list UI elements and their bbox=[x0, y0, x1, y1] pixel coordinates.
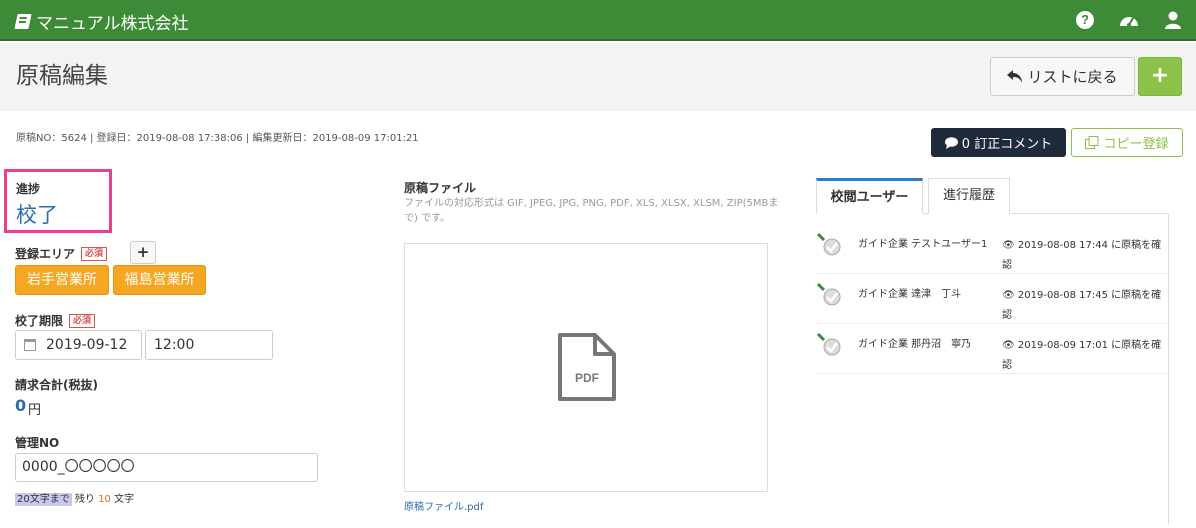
tab-progress-history[interactable]: 進行履歴 bbox=[928, 178, 1010, 214]
deadline-date-value: 2019-09-12 bbox=[46, 337, 128, 353]
file-preview-box[interactable]: PDF bbox=[404, 243, 768, 492]
back-to-list-button[interactable]: リストに戻る bbox=[990, 57, 1135, 96]
reviewer-name: ガイド企業 達津 丁斗 bbox=[858, 289, 962, 300]
book-icon bbox=[14, 14, 32, 29]
deadline-label: 校了期限 bbox=[15, 314, 64, 328]
reply-icon bbox=[1007, 69, 1023, 83]
char-counter: 20文字まで 残り 10 文字 bbox=[15, 490, 135, 506]
reviewer-name: ガイド企業 テストユーザー1 bbox=[858, 239, 988, 250]
counter-rest: 残り bbox=[71, 494, 99, 505]
brand-name: マニュアル株式会社 bbox=[36, 14, 189, 34]
pdf-file-icon: PDF bbox=[558, 333, 616, 401]
tab-reviewers[interactable]: 校閲ユーザー bbox=[816, 178, 923, 214]
required-badge: 必須 bbox=[81, 246, 108, 261]
copy-register-button[interactable]: コピー登録 bbox=[1071, 128, 1183, 157]
eye-icon: 👁 bbox=[1002, 240, 1015, 251]
list-item: ガイド企業 那丹沼 寧乃 👁 2019-08-09 17:01 に原稿を確認 bbox=[816, 324, 1168, 374]
billing-unit: 円 bbox=[28, 403, 42, 418]
help-icon[interactable]: ? bbox=[1074, 9, 1096, 31]
copy-icon bbox=[1085, 135, 1099, 149]
list-item: ガイド企業 達津 丁斗 👁 2019-08-08 17:45 に原稿を確認 bbox=[816, 274, 1168, 324]
top-icons: ? bbox=[1074, 9, 1184, 31]
review-log-text: 2019-08-09 17:01 に原稿を確認 bbox=[1002, 340, 1162, 371]
review-tabs: 校閲ユーザー 進行履歴 bbox=[816, 178, 1168, 214]
required-badge: 必須 bbox=[69, 313, 96, 328]
progress-highlight: 進捗 校了 bbox=[4, 169, 112, 233]
management-no-label: 管理NO bbox=[15, 436, 60, 450]
reviewer-name: ガイド企業 那丹沼 寧乃 bbox=[858, 339, 972, 350]
area-tag[interactable]: 岩手営業所 bbox=[15, 265, 109, 295]
add-button[interactable]: + bbox=[1138, 57, 1182, 96]
counter-unit: 文字 bbox=[110, 494, 135, 505]
dashboard-icon[interactable] bbox=[1118, 9, 1140, 31]
progress-value[interactable]: 校了 bbox=[16, 199, 58, 229]
manuscript-meta: 原稿NO：5624 | 登録日：2019-08-08 17:38:06 | 編集… bbox=[16, 133, 419, 144]
eye-icon: 👁 bbox=[1002, 290, 1015, 301]
review-log: 👁 2019-08-08 17:45 に原稿を確認 bbox=[1002, 286, 1164, 326]
checked-pin-icon bbox=[816, 332, 841, 356]
comment-icon bbox=[944, 136, 958, 149]
progress-label: 進捗 bbox=[16, 182, 41, 196]
area-tag[interactable]: 福島営業所 bbox=[113, 265, 206, 295]
eye-icon: 👁 bbox=[1002, 340, 1015, 351]
correction-comment-label: 0 訂正コメント bbox=[961, 137, 1053, 152]
brand[interactable]: マニュアル株式会社 bbox=[14, 9, 189, 34]
management-no-input[interactable]: 0000_〇〇〇〇〇 bbox=[15, 453, 318, 482]
pdf-badge: PDF bbox=[575, 371, 599, 385]
checked-pin-icon bbox=[816, 232, 841, 256]
file-label: 原稿ファイル bbox=[404, 181, 477, 195]
area-label-group: 登録エリア 必須 bbox=[15, 245, 108, 262]
deadline-date-input[interactable]: 2019-09-12 bbox=[15, 330, 142, 360]
correction-comment-button[interactable]: 0 訂正コメント bbox=[931, 128, 1066, 157]
reviewer-list: ガイド企業 テストユーザー1 👁 2019-08-08 17:44 に原稿を確認… bbox=[816, 224, 1168, 374]
reviewer-scrollbar[interactable] bbox=[1168, 214, 1182, 524]
calendar-icon bbox=[24, 339, 36, 351]
title-bar: 原稿編集 リストに戻る + bbox=[0, 43, 1196, 111]
review-log: 👁 2019-08-08 17:44 に原稿を確認 bbox=[1002, 236, 1164, 276]
user-icon[interactable] bbox=[1162, 9, 1184, 31]
top-navbar: マニュアル株式会社 ? bbox=[0, 0, 1196, 41]
review-log-text: 2019-08-08 17:44 に原稿を確認 bbox=[1002, 240, 1162, 271]
counter-limit: 20文字まで bbox=[15, 493, 72, 506]
file-link[interactable]: 原稿ファイル.pdf bbox=[404, 498, 483, 513]
counter-number: 10 bbox=[98, 494, 111, 505]
review-log-text: 2019-08-08 17:45 に原稿を確認 bbox=[1002, 290, 1162, 321]
page-title: 原稿編集 bbox=[16, 63, 108, 89]
deadline-label-group: 校了期限 必須 bbox=[15, 312, 96, 329]
back-label: リストに戻る bbox=[1027, 68, 1118, 86]
review-log: 👁 2019-08-09 17:01 に原稿を確認 bbox=[1002, 336, 1164, 376]
checked-pin-icon bbox=[816, 282, 841, 306]
copy-register-label: コピー登録 bbox=[1103, 137, 1169, 152]
billing-value: 0 bbox=[15, 396, 27, 415]
list-item: ガイド企業 テストユーザー1 👁 2019-08-08 17:44 に原稿を確認 bbox=[816, 224, 1168, 274]
deadline-time-input[interactable]: 12:00 bbox=[145, 330, 273, 360]
billing-label: 請求合計(税抜) bbox=[15, 378, 98, 392]
area-label: 登録エリア bbox=[15, 247, 76, 261]
add-area-button[interactable]: + bbox=[130, 241, 156, 264]
file-format-note: ファイルの対応形式は GIF, JPEG, JPG, PNG, PDF, XLS… bbox=[404, 198, 779, 224]
